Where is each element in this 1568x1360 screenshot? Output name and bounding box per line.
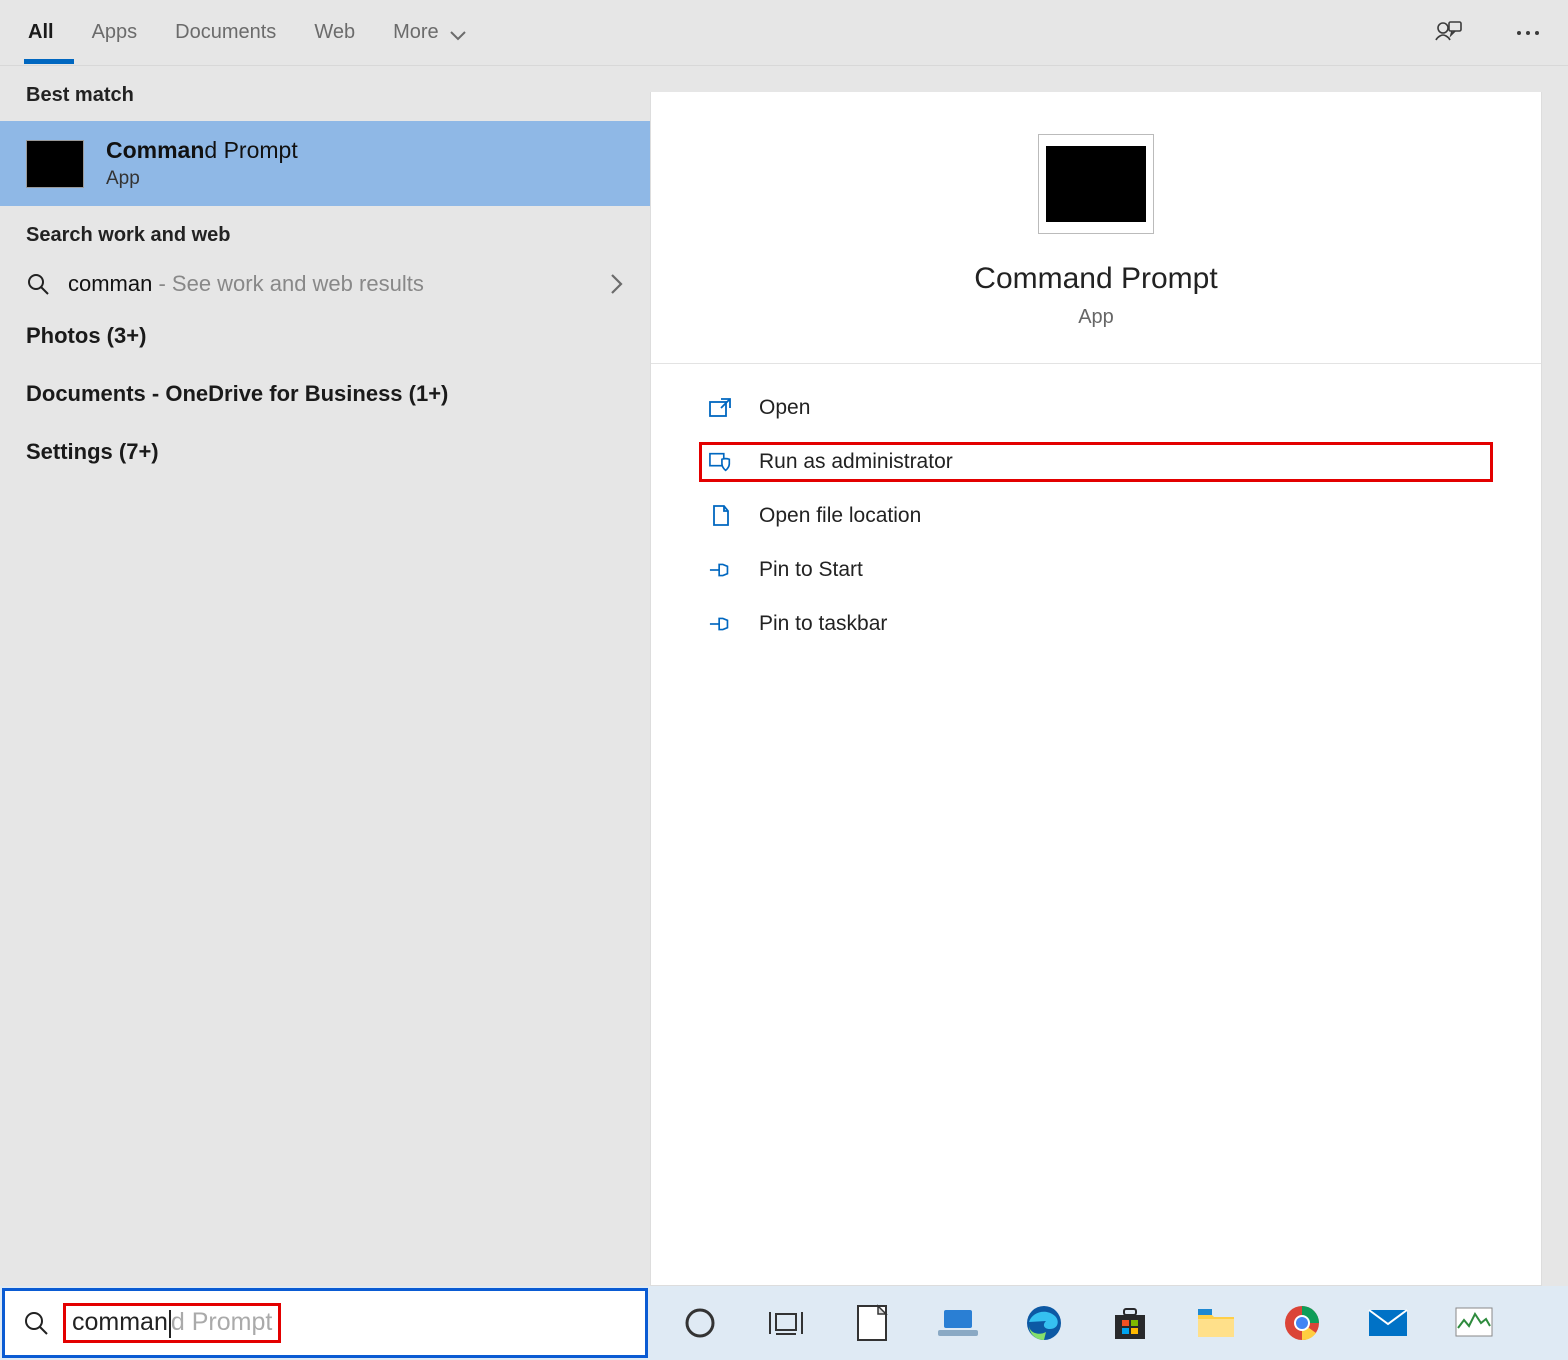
search-web-query: comman <box>68 271 152 296</box>
search-filter-tabs: All Apps Documents Web More <box>0 0 1568 66</box>
chrome-icon[interactable] <box>1280 1301 1324 1345</box>
search-web-item[interactable]: comman - See work and web results <box>0 261 650 307</box>
best-match-title: Command Prompt <box>106 137 298 164</box>
notepad-icon[interactable] <box>850 1301 894 1345</box>
preview-subtitle: App <box>1078 306 1114 329</box>
preview-actions: Open Run as administrator Open file loca… <box>651 364 1541 668</box>
cortana-icon[interactable] <box>678 1301 722 1345</box>
best-match-item[interactable]: Command Prompt App <box>0 121 650 206</box>
search-work-web-label: Search work and web <box>0 206 650 261</box>
results-left-pane: Best match Command Prompt App Search wor… <box>0 66 650 1286</box>
performance-monitor-icon[interactable] <box>1452 1301 1496 1345</box>
edge-icon[interactable] <box>1022 1301 1066 1345</box>
category-documents-onedrive[interactable]: Documents - OneDrive for Business (1+) <box>0 365 650 423</box>
action-pin-to-start[interactable]: Pin to Start <box>699 550 1493 590</box>
tab-apps[interactable]: Apps <box>90 3 140 62</box>
taskbar: command Prompt <box>0 1286 1568 1360</box>
category-settings[interactable]: Settings (7+) <box>0 423 650 481</box>
preview-title: Command Prompt <box>974 262 1217 296</box>
feedback-icon[interactable] <box>1434 19 1462 47</box>
chevron-down-icon <box>450 31 466 41</box>
taskbar-apps <box>650 1301 1496 1345</box>
search-icon <box>26 272 50 296</box>
tab-all[interactable]: All <box>26 3 56 62</box>
command-prompt-large-icon <box>1038 134 1154 234</box>
admin-shield-icon <box>709 450 733 474</box>
action-open[interactable]: Open <box>699 388 1493 428</box>
file-explorer-icon[interactable] <box>1194 1301 1238 1345</box>
best-match-label: Best match <box>0 66 650 121</box>
open-icon <box>709 396 733 420</box>
search-web-hint: - See work and web results <box>152 271 423 296</box>
action-run-as-administrator[interactable]: Run as administrator <box>699 442 1493 482</box>
search-icon <box>23 1310 49 1336</box>
pin-icon <box>709 612 733 636</box>
category-photos[interactable]: Photos (3+) <box>0 307 650 365</box>
tab-documents[interactable]: Documents <box>173 3 278 62</box>
action-open-file-location[interactable]: Open file location <box>699 496 1493 536</box>
preview-card: Command Prompt App Open Run as administr… <box>650 92 1542 1286</box>
search-input[interactable]: command Prompt <box>63 1303 281 1342</box>
best-match-subtitle: App <box>106 168 298 190</box>
pin-icon <box>709 558 733 582</box>
action-pin-to-taskbar[interactable]: Pin to taskbar <box>699 604 1493 644</box>
tab-more[interactable]: More <box>391 3 468 62</box>
taskbar-search-box[interactable]: command Prompt <box>2 1288 648 1358</box>
location-folder-icon <box>709 504 733 528</box>
microsoft-store-icon[interactable] <box>1108 1301 1152 1345</box>
mail-icon[interactable] <box>1366 1301 1410 1345</box>
preview-right-pane: Command Prompt App Open Run as administr… <box>650 66 1568 1286</box>
task-view-icon[interactable] <box>764 1301 808 1345</box>
more-options-icon[interactable] <box>1514 19 1542 47</box>
laptop-icon[interactable] <box>936 1301 980 1345</box>
chevron-right-icon <box>610 273 624 295</box>
search-results-main: Best match Command Prompt App Search wor… <box>0 66 1568 1286</box>
tab-web[interactable]: Web <box>312 3 357 62</box>
command-prompt-icon <box>26 140 84 188</box>
